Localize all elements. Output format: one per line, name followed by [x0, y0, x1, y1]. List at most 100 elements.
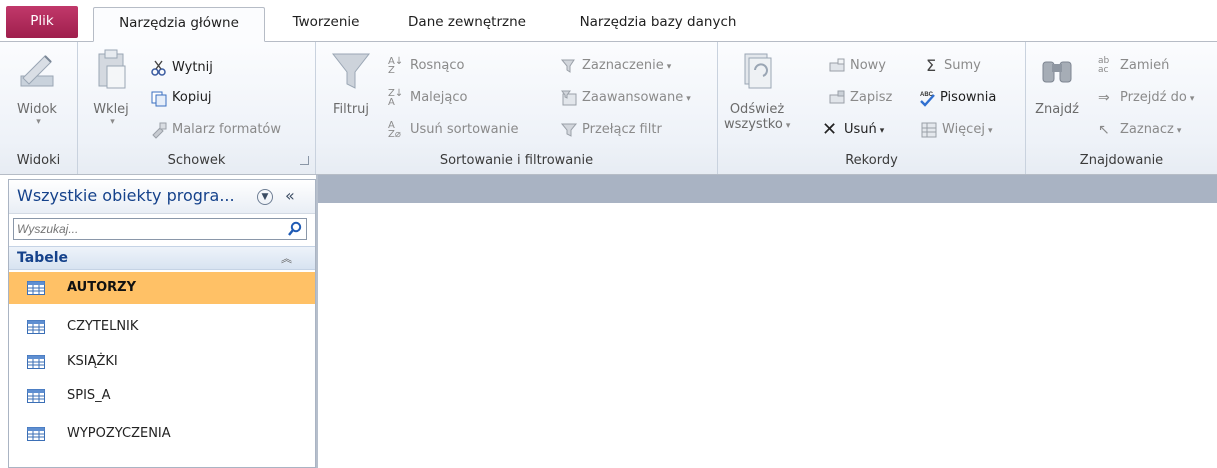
arrow-right-icon: ⇒	[1098, 89, 1110, 106]
view-button[interactable]: Widok ▾	[6, 48, 68, 127]
tab-home[interactable]: Narzędzia główne	[93, 7, 265, 42]
more-button[interactable]: Więcej ▾	[920, 118, 992, 142]
sort-ascending-icon: A↓ Z	[388, 55, 404, 76]
find-button[interactable]: Znajdź	[1030, 48, 1084, 117]
tab-external-data[interactable]: Dane zewnętrzne	[384, 7, 550, 42]
nav-pane-splitter[interactable]	[316, 175, 318, 468]
selection-filter-button[interactable]: Zaznaczenie ▾	[560, 54, 671, 78]
filter-button[interactable]: Filtruj	[326, 48, 376, 117]
delete-record-button[interactable]: ✕ Usuń ▾	[822, 118, 884, 142]
new-record-button[interactable]: Nowy	[828, 54, 886, 78]
spelling-label: Pisownia	[940, 90, 997, 105]
totals-button[interactable]: Σ Sumy	[922, 54, 981, 78]
search-icon[interactable]	[287, 221, 303, 237]
replace-icon: ab ac	[1098, 55, 1110, 75]
nav-item-czytelnik[interactable]: CZYTELNIK	[9, 311, 315, 343]
selection-filter-icon	[560, 59, 575, 73]
spelling-button[interactable]: ABC Pisownia	[918, 86, 996, 110]
scissors-icon	[151, 60, 166, 76]
spelling-check-icon: ABC	[920, 92, 935, 107]
view-icon	[20, 55, 54, 87]
nav-item-spis-a[interactable]: SPIS_A	[9, 380, 315, 412]
refresh-label-line1: Odśwież	[729, 102, 785, 117]
chevron-down-icon: ▾	[987, 126, 993, 136]
nav-group-title: Tabele	[17, 250, 69, 266]
group-find: Znajdź ab ac Zamień ⇒ Przejdź do ▾ ↖ Zaznacz ▾…	[1026, 42, 1217, 174]
replace-button[interactable]: ab ac Zamień	[1098, 54, 1169, 78]
table-icon	[27, 427, 45, 441]
goto-button[interactable]: ⇒ Przejdź do ▾	[1098, 86, 1194, 110]
tab-file[interactable]: Plik	[6, 6, 78, 38]
save-record-icon	[829, 90, 845, 103]
collapse-pane-icon[interactable]: «	[285, 186, 295, 205]
binoculars-icon	[1042, 61, 1072, 83]
sort-descending-button[interactable]: Z↓ A Malejąco	[388, 86, 467, 110]
nav-item-label: KSIĄŻKI	[67, 354, 118, 369]
clipboard-dialog-launcher-icon[interactable]	[300, 156, 309, 165]
select-button[interactable]: ↖ Zaznacz ▾	[1098, 118, 1181, 142]
format-painter-icon	[152, 122, 167, 139]
copy-label: Kopiuj	[172, 90, 212, 105]
ribbon-tab-strip: Plik Narzędzia główne Tworzenie Dane zew…	[0, 0, 1217, 42]
nav-menu-chevron-icon[interactable]: ▼	[257, 189, 273, 205]
cursor-arrow-icon: ↖	[1098, 121, 1110, 138]
group-records: Odśwież wszystko ▾ Nowy Zapisz ✕ Usuń ▾ Σ Su…	[718, 42, 1026, 174]
nav-search-input[interactable]	[14, 219, 284, 239]
paste-icon	[98, 49, 126, 89]
nav-group-tables[interactable]: Tabele ︽	[9, 246, 315, 270]
remove-sort-icon: A Z⌀	[388, 119, 401, 140]
remove-sort-button[interactable]: A Z⌀ Usuń sortowanie	[388, 118, 518, 142]
filter-button-label: Filtruj	[332, 102, 370, 117]
table-icon	[27, 389, 45, 403]
find-label: Znajdź	[1035, 102, 1079, 117]
cut-button[interactable]: Wytnij	[150, 56, 213, 80]
new-label: Nowy	[850, 58, 887, 73]
nav-item-label: WYPOZYCZENIA	[67, 426, 171, 441]
nav-search-box	[13, 218, 307, 240]
chevron-up-icon[interactable]: ︽	[281, 250, 292, 266]
group-label-sort-filter: Sortowanie i filtrowanie	[439, 153, 594, 168]
nav-pane-header[interactable]: Wszystkie obiekty progra... ▼ «	[9, 180, 315, 214]
refresh-all-button[interactable]: Odśwież wszystko ▾	[724, 48, 790, 132]
nav-item-label: AUTORZY	[67, 280, 136, 295]
paste-button[interactable]: Wklej ▾	[86, 48, 136, 127]
group-label-records: Rekordy	[845, 153, 898, 168]
toggle-filter-button[interactable]: Przełącz filtr	[560, 118, 662, 142]
more-label: Więcej	[942, 122, 985, 137]
chevron-down-icon: ▾	[1189, 94, 1195, 104]
totals-label: Sumy	[944, 58, 981, 73]
toggle-filter-label: Przełącz filtr	[582, 122, 662, 137]
replace-label: Zamień	[1120, 58, 1170, 73]
nav-item-label: CZYTELNIK	[67, 319, 139, 334]
chevron-down-icon: ▾	[666, 62, 672, 72]
refresh-label-line2: wszystko ▾	[724, 117, 791, 132]
document-tab-bar	[316, 175, 1217, 203]
ribbon: Widok ▾ Widoki Wklej ▾ Wytnij Kopiuj Mal…	[0, 42, 1217, 175]
tab-database-tools[interactable]: Narzędzia bazy danych	[558, 7, 758, 42]
sort-ascending-button[interactable]: A↓ Z Rosnąco	[388, 54, 464, 78]
nav-item-autorzy[interactable]: AUTORZY	[9, 272, 315, 304]
tab-create[interactable]: Tworzenie	[276, 7, 376, 42]
group-sort-filter: Filtruj A↓ Z Rosnąco Z↓ A Malejąco A Z⌀ Usuń s…	[316, 42, 718, 174]
nav-item-wypozyczenia[interactable]: WYPOZYCZENIA	[9, 418, 315, 450]
chevron-down-icon: ▾	[110, 117, 115, 127]
select-label: Zaznacz	[1120, 122, 1174, 137]
format-painter-label: Malarz formatów	[172, 122, 282, 137]
table-icon	[27, 320, 45, 334]
more-grid-icon	[921, 122, 937, 137]
format-painter-button[interactable]: Malarz formatów	[150, 118, 281, 142]
sort-descending-icon: Z↓ A	[388, 87, 404, 108]
nav-item-ksiazki[interactable]: KSIĄŻKI	[9, 346, 315, 378]
advanced-filter-icon	[561, 90, 577, 105]
advanced-filter-button[interactable]: Zaawansowane ▾	[560, 86, 691, 110]
sort-descending-label: Malejąco	[410, 90, 468, 105]
group-label-clipboard: Schowek	[167, 153, 226, 168]
save-record-button[interactable]: Zapisz	[828, 86, 892, 110]
nav-pane-title[interactable]: Wszystkie obiekty progra...	[17, 186, 235, 205]
new-record-icon	[829, 58, 845, 71]
group-label-find: Znajdowanie	[1079, 153, 1164, 168]
cut-label: Wytnij	[172, 60, 213, 75]
group-label-views: Widoki	[16, 153, 61, 168]
selection-label: Zaznaczenie	[582, 58, 664, 73]
copy-button[interactable]: Kopiuj	[150, 86, 212, 110]
